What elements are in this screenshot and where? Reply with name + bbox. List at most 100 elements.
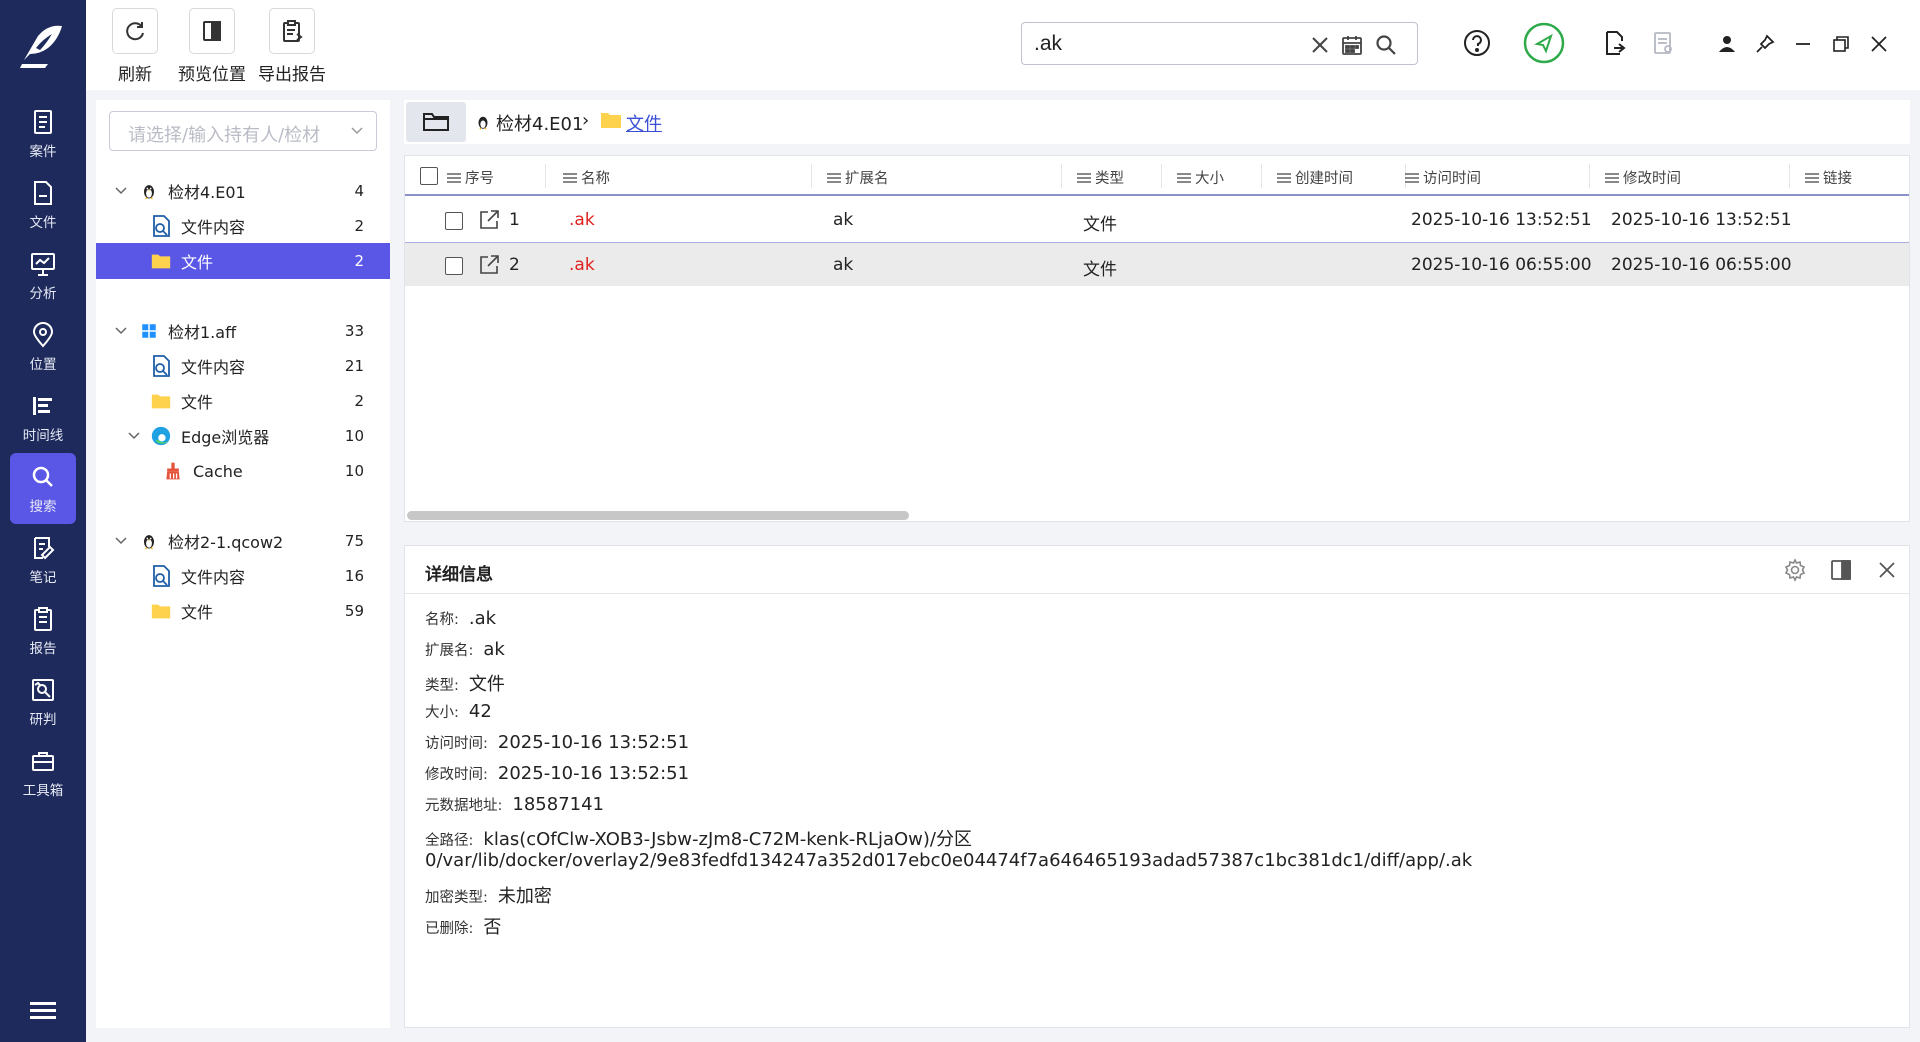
tree-node-count: 16 (344, 567, 364, 585)
nav-file[interactable]: 文件 (0, 169, 86, 240)
settings-gear-icon[interactable] (1783, 558, 1807, 582)
tree-node-label: 检材1.aff (168, 323, 237, 342)
tree-node-file-content[interactable]: 文件内容 2 (96, 208, 390, 244)
detail-title: 详细信息 (425, 565, 493, 585)
nav-notes[interactable]: 笔记 (0, 524, 86, 595)
nav-search[interactable]: 搜索 (10, 453, 76, 524)
nav-analysis[interactable]: 分析 (0, 240, 86, 311)
row-checkbox[interactable] (445, 257, 463, 275)
detail-field-full-path: 全路径: klas(cOfClw-XOB3-Jsbw-zJm8-C72M-kenk… (425, 829, 972, 850)
column-header-type[interactable]: 类型 (1077, 167, 1124, 188)
preview-panel-icon (203, 21, 221, 41)
refresh-button[interactable]: 刷新 (112, 8, 158, 85)
tree-node-edge-browser[interactable]: Edge浏览器 10 (96, 418, 390, 454)
column-header-accessed[interactable]: 访问时间 (1405, 167, 1481, 188)
tree-node-file-content[interactable]: 文件内容 21 (96, 348, 390, 384)
nav-location[interactable]: 位置 (0, 311, 86, 382)
open-external-icon[interactable] (477, 253, 501, 277)
column-header-created[interactable]: 创建时间 (1277, 167, 1353, 188)
tree-node-files[interactable]: 文件 2 (96, 383, 390, 419)
clear-icon[interactable] (1308, 33, 1332, 57)
tree-node-files[interactable]: 文件 59 (96, 593, 390, 629)
nav-report[interactable]: 报告 (0, 595, 86, 666)
column-menu-icon (1277, 172, 1291, 183)
file-icon (34, 180, 52, 205)
tree-node-files-selected[interactable]: 文件 2 (96, 243, 390, 279)
tree-node-count: 75 (344, 532, 364, 550)
row-accessed: 2025-10-16 13:52:51 (1411, 210, 1592, 230)
panel-toggle-icon[interactable] (1829, 558, 1853, 582)
tree-node-cache[interactable]: Cache 10 (96, 453, 390, 489)
detail-full-path-continued: 0/var/lib/docker/overlay2/9e83fedfd13424… (425, 850, 1473, 871)
row-checkbox[interactable] (445, 212, 463, 230)
tree-node-label: 文件内容 (181, 358, 246, 377)
row-ext: ak (833, 210, 854, 230)
chevron-down-icon[interactable] (127, 431, 141, 441)
tree-node-evidence1[interactable]: 检材1.aff 33 (96, 313, 390, 349)
chevron-down-icon[interactable] (114, 536, 128, 546)
close-icon[interactable] (1868, 33, 1890, 55)
notes-icon (34, 536, 55, 559)
help-icon[interactable] (1462, 28, 1492, 58)
nav-timeline[interactable]: 时间线 (0, 382, 86, 453)
nav-case[interactable]: 案件 (0, 98, 86, 169)
column-header-name[interactable]: 名称 (563, 167, 610, 188)
export-report-button[interactable]: 导出报告 (258, 8, 326, 85)
tree-node-label: Edge浏览器 (181, 428, 270, 447)
tree-node-count: 2 (354, 252, 364, 270)
horizontal-scrollbar[interactable] (407, 511, 909, 520)
tree-node-evidence2[interactable]: 检材2-1.qcow2 75 (96, 523, 390, 559)
close-icon[interactable] (1875, 558, 1899, 582)
open-external-icon[interactable] (477, 208, 501, 232)
column-label: 修改时间 (1623, 171, 1681, 187)
tree-node-count: 21 (344, 357, 364, 375)
restore-icon[interactable] (1830, 33, 1852, 55)
minimize-icon[interactable] (1792, 33, 1814, 55)
column-header-index[interactable]: 序号 (447, 167, 494, 188)
column-header-size[interactable]: 大小 (1177, 167, 1224, 188)
breadcrumb-source[interactable]: 检材4.E01 (496, 110, 583, 136)
column-label: 创建时间 (1295, 171, 1353, 187)
chevron-down-icon[interactable] (114, 186, 128, 196)
tree-node-file-content[interactable]: 文件内容 16 (96, 558, 390, 594)
user-icon[interactable] (1716, 33, 1738, 55)
detail-field-metadata-address: 元数据地址: 18587141 (425, 794, 605, 815)
nav-report-label: 报告 (29, 640, 57, 657)
column-label: 类型 (1095, 171, 1124, 187)
calendar-icon[interactable] (1340, 33, 1364, 57)
chevron-down-icon[interactable] (114, 326, 128, 336)
row-ext: ak (833, 255, 854, 275)
search-input[interactable] (1034, 29, 1304, 59)
table-row[interactable]: 2 .ak ak 文件 2025-10-16 06:55:00 2025-10-… (405, 242, 1909, 286)
row-index: 1 (509, 210, 520, 230)
table-row[interactable]: 1 .ak ak 文件 2025-10-16 13:52:51 2025-10-… (405, 198, 1909, 242)
select-all-checkbox[interactable] (420, 167, 438, 185)
nav-tools[interactable]: 工具箱 (0, 737, 86, 808)
root-folder-button[interactable] (406, 102, 466, 142)
detail-field-type: 类型: 文件 (425, 674, 505, 695)
preview-location-button[interactable]: 预览位置 (178, 8, 246, 85)
detail-field-encryption: 加密类型: 未加密 (425, 886, 552, 907)
pin-icon[interactable] (1754, 33, 1776, 55)
nav-case-label: 案件 (29, 143, 57, 160)
nav-research[interactable]: 研判 (0, 666, 86, 737)
export-file-icon[interactable] (1600, 28, 1630, 58)
column-header-ext[interactable]: 扩展名 (827, 167, 889, 188)
results-table: 序号 名称 扩展名 类型 大小 创建时间 访问时间 修改时间 链接 1 .ak … (404, 155, 1910, 522)
column-menu-icon (1177, 172, 1191, 183)
send-icon[interactable] (1523, 22, 1565, 64)
column-header-link[interactable]: 链接 (1805, 167, 1852, 188)
holder-evidence-selector[interactable]: 请选择/输入持有人/检材 (109, 111, 377, 151)
tree-node-evidence4[interactable]: 检材4.E01 4 (96, 173, 390, 209)
menu-icon[interactable] (30, 1000, 56, 1022)
detail-header: 详细信息 (405, 546, 1909, 594)
column-label: 大小 (1195, 171, 1224, 187)
folder-icon (149, 249, 173, 273)
breadcrumb-current[interactable]: 文件 (626, 110, 662, 136)
column-header-modified[interactable]: 修改时间 (1605, 167, 1681, 188)
toolbox-icon (32, 751, 54, 771)
tree-node-count: 10 (344, 462, 364, 480)
search-icon[interactable] (1374, 33, 1398, 57)
tree-node-count: 2 (354, 392, 364, 410)
nav-timeline-label: 时间线 (22, 427, 64, 444)
